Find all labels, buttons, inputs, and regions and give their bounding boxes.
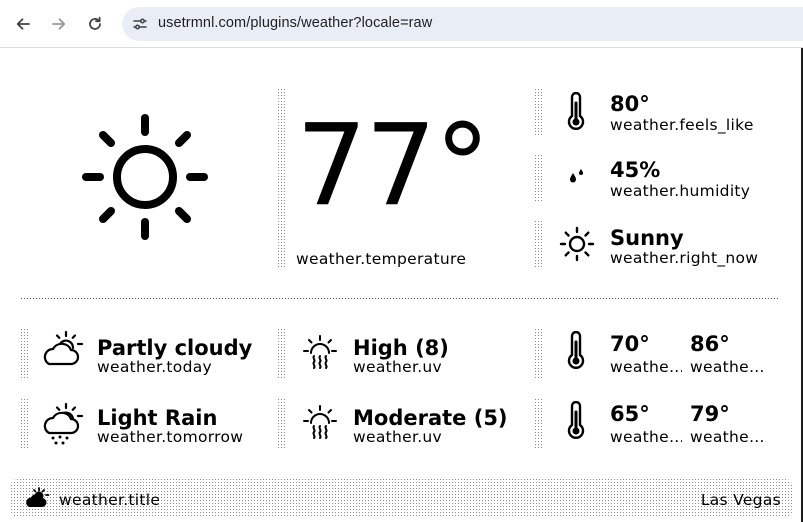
reload-icon (89, 16, 101, 30)
tomorrow-high-label: weathe… (690, 430, 765, 446)
tomorrow-low-label: weathe… (610, 430, 682, 446)
feels-like-label: weather.feels_like (610, 118, 754, 134)
today-high-label: weathe… (690, 360, 765, 376)
forward-button[interactable] (47, 12, 71, 36)
today-low: 70° (610, 332, 650, 356)
item-divider (534, 328, 543, 378)
feels-like-value: 80° (610, 92, 650, 116)
tomorrow-uv-label: weather.uv (353, 430, 443, 446)
address-bar[interactable]: usetrmnl.com/plugins/weather?locale=raw (122, 7, 803, 41)
thermometer-icon (567, 92, 585, 130)
condition-label: weather.right_now (610, 251, 759, 267)
plugin-title: weather.title (59, 491, 161, 509)
humidity-value: 45% (610, 158, 661, 182)
partly-cloudy-icon (43, 330, 84, 366)
sun-cloud-icon (26, 487, 50, 507)
reload-button[interactable] (83, 12, 107, 36)
uv-sun-icon (303, 335, 337, 369)
humidity-label: weather.humidity (610, 184, 751, 200)
uv-sun-icon (303, 405, 337, 439)
item-divider (20, 398, 29, 448)
today-uv-label: weather.uv (353, 360, 443, 376)
item-divider (534, 88, 543, 136)
today-high: 86° (690, 332, 730, 356)
sun-icon (559, 226, 595, 262)
today-condition-label: weather.today (97, 360, 212, 376)
arrow-left-icon (16, 18, 30, 30)
thermometer-icon (567, 331, 585, 369)
item-divider (20, 328, 29, 378)
item-divider (277, 398, 286, 448)
today-condition: Partly cloudy (97, 336, 253, 360)
item-divider (277, 328, 286, 378)
item-divider (534, 154, 543, 202)
url-text[interactable]: usetrmnl.com/plugins/weather?locale=raw (158, 15, 432, 31)
tomorrow-high: 79° (690, 402, 730, 426)
tomorrow-condition: Light Rain (97, 406, 218, 430)
current-temperature: 77° (296, 101, 491, 231)
condition-value: Sunny (610, 226, 684, 250)
item-divider (534, 398, 543, 448)
section-divider (20, 297, 779, 299)
today-low-label: weathe… (610, 360, 682, 376)
current-temperature-label: weather.temperature (296, 250, 467, 268)
tomorrow-uv: Moderate (5) (353, 406, 508, 430)
today-uv: High (8) (353, 336, 449, 360)
tomorrow-condition-label: weather.tomorrow (97, 430, 244, 446)
droplets-icon (570, 169, 583, 183)
column-divider (277, 88, 286, 269)
browser-toolbar: usetrmnl.com/plugins/weather?locale=raw (0, 0, 803, 48)
thermometer-icon (567, 401, 585, 439)
sun-icon (82, 114, 208, 240)
light-rain-icon (43, 402, 84, 445)
item-divider (534, 220, 543, 268)
location-name: Las Vegas (700, 491, 781, 509)
tomorrow-low: 65° (610, 402, 650, 426)
back-button[interactable] (11, 12, 35, 36)
tune-icon[interactable] (132, 16, 148, 32)
arrow-right-icon (52, 18, 66, 30)
